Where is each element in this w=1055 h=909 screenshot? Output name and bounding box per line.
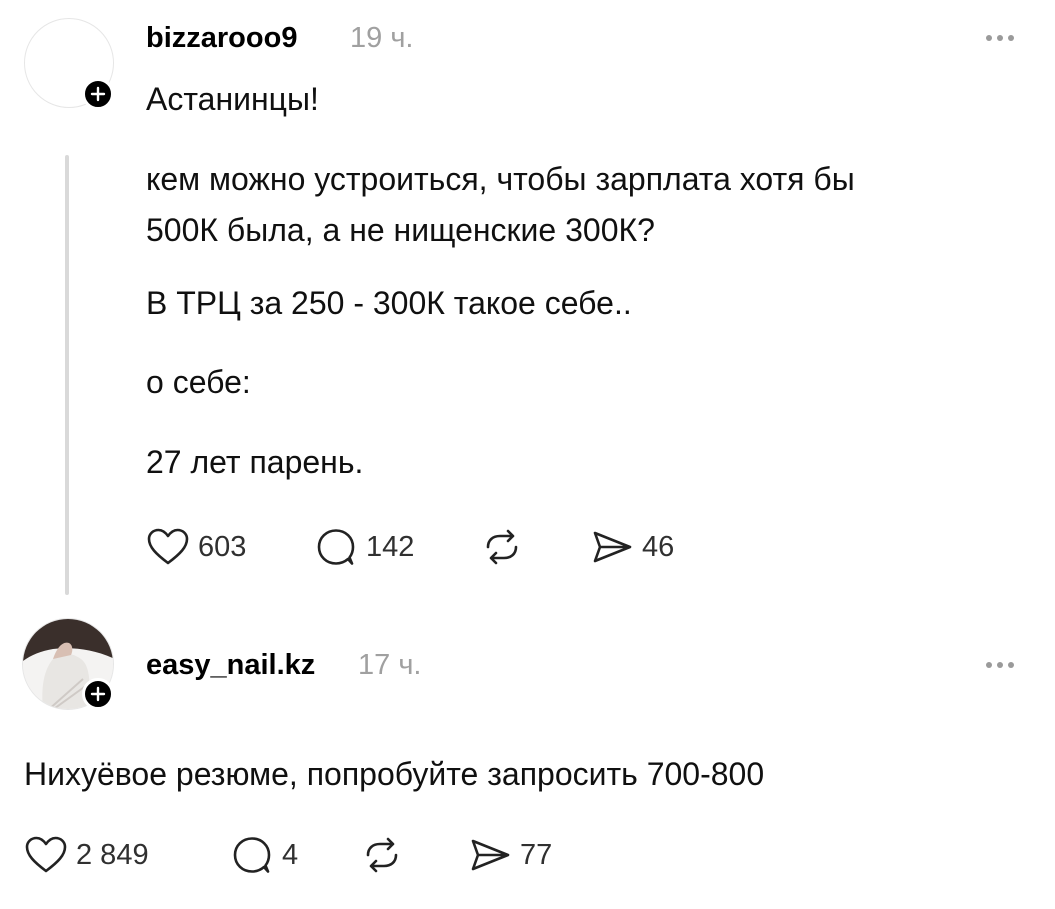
timestamp: 17 ч. bbox=[358, 649, 422, 681]
repost-icon bbox=[360, 835, 404, 875]
comment-count: 4 bbox=[282, 838, 299, 871]
share-button[interactable]: 77 bbox=[468, 835, 552, 875]
comment-button[interactable]: 4 bbox=[230, 835, 298, 875]
reply-text: Нихуёвое резюме, попробуйте запросить 70… bbox=[24, 756, 765, 792]
repost-button[interactable] bbox=[360, 835, 404, 875]
comment-icon bbox=[314, 527, 358, 567]
comment-count: 142 bbox=[366, 530, 415, 563]
send-icon bbox=[468, 835, 512, 875]
post-text-line: о себе: bbox=[146, 364, 251, 400]
share-button[interactable]: 46 bbox=[590, 527, 674, 567]
thread-line bbox=[65, 155, 69, 595]
post-text-line: кем можно устроиться, чтобы зарплата хот… bbox=[146, 161, 855, 197]
username[interactable]: easy_nail.kz bbox=[146, 649, 315, 682]
repost-icon bbox=[480, 527, 524, 567]
post-text-line: 500К была, а не нищенские 300К? bbox=[146, 212, 655, 248]
share-count: 46 bbox=[642, 530, 675, 563]
repost-button[interactable] bbox=[480, 527, 524, 567]
like-count: 603 bbox=[198, 530, 247, 563]
like-button[interactable]: 603 bbox=[146, 527, 246, 567]
username[interactable]: bizzarooo9 bbox=[146, 22, 297, 55]
follow-plus-icon[interactable] bbox=[82, 78, 114, 110]
post-title: Астанинцы! bbox=[146, 81, 319, 117]
heart-icon bbox=[24, 835, 68, 875]
more-options-icon[interactable] bbox=[986, 662, 1014, 668]
post-text-line: В ТРЦ за 250 - 300К такое себе.. bbox=[146, 285, 632, 321]
like-count: 2 849 bbox=[76, 838, 149, 871]
comment-button[interactable]: 142 bbox=[314, 527, 414, 567]
post-text-line: 27 лет парень. bbox=[146, 444, 364, 480]
like-button[interactable]: 2 849 bbox=[24, 835, 149, 875]
timestamp: 19 ч. bbox=[350, 22, 414, 54]
follow-plus-icon[interactable] bbox=[82, 678, 114, 710]
send-icon bbox=[590, 527, 634, 567]
more-options-icon[interactable] bbox=[986, 35, 1014, 41]
share-count: 77 bbox=[520, 838, 553, 871]
heart-icon bbox=[146, 527, 190, 567]
comment-icon bbox=[230, 835, 274, 875]
